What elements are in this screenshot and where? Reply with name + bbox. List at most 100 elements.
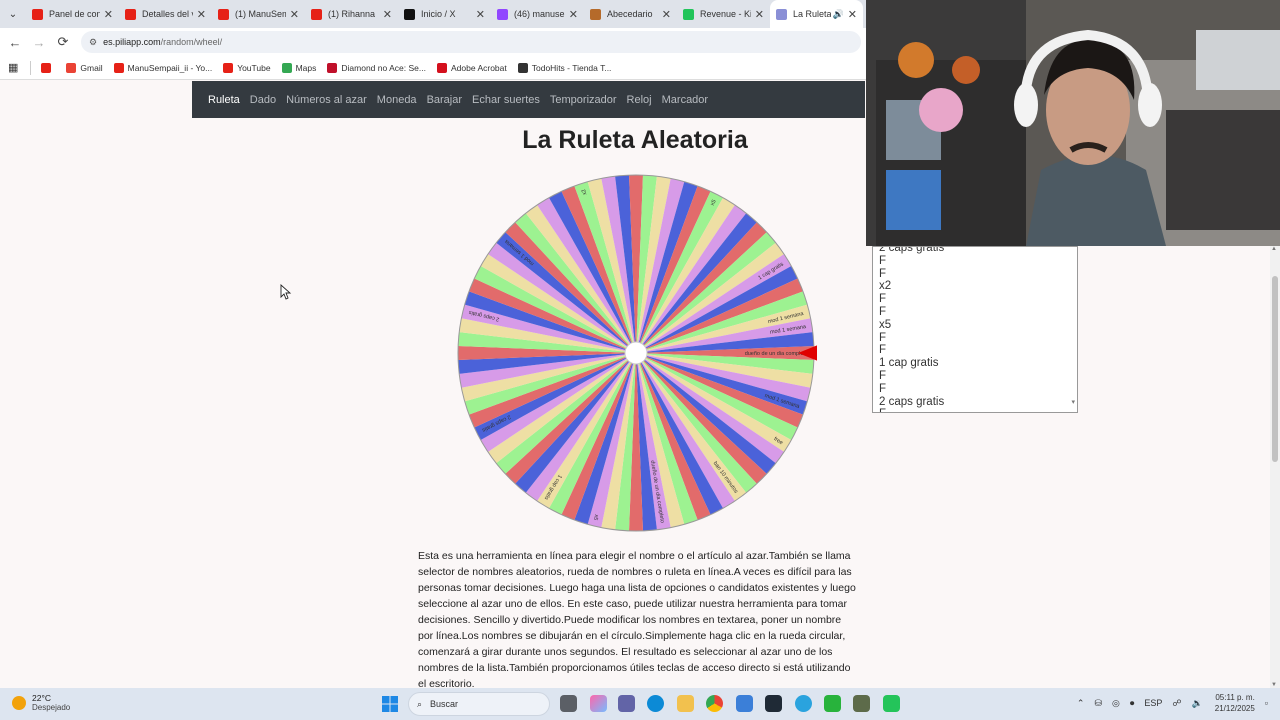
textarea-line: x5 (879, 318, 892, 331)
bookmark-item[interactable]: ManuSempaii_ii - Yo... (113, 62, 213, 73)
browser-toolbar: ← → ⟳ ⚙ es.piliapp.com/random/wheel/ (0, 28, 866, 56)
bookmark-item[interactable]: TodoHits - Tienda T... (517, 62, 611, 73)
chrome-icon[interactable] (706, 695, 723, 712)
wheel-svg[interactable]: dueño de un dia completomod 1 semanafree… (455, 172, 818, 534)
tab-favicon-icon (32, 8, 43, 20)
weather-temp: 22°C (32, 693, 51, 703)
app-icon[interactable] (853, 695, 870, 712)
bookmark-item[interactable]: Diamond no Ace: Se... (327, 62, 426, 73)
scroll-thumb[interactable] (1272, 276, 1278, 462)
microphone-icon[interactable]: ⏺ (1130, 698, 1135, 709)
forward-icon[interactable]: → (27, 30, 51, 54)
discord-icon[interactable] (883, 695, 900, 712)
webcam-overlay (866, 0, 1280, 246)
nav-link[interactable]: Echar suertes (472, 94, 540, 106)
tab-close-icon[interactable]: ✕ (476, 8, 485, 21)
page-scrollbar[interactable]: ▲ ▼ (1270, 246, 1280, 688)
file-explorer-icon[interactable] (677, 695, 694, 712)
tab-favicon-icon (776, 8, 787, 20)
back-icon[interactable]: ← (3, 30, 27, 54)
nav-link[interactable]: Números al azar (286, 94, 367, 106)
browser-tab[interactable]: La Ruleta Aleatoria🔊 ✕ (770, 0, 863, 28)
notifications-icon[interactable]: ▫ (1265, 698, 1268, 708)
webcam-image (866, 0, 1280, 246)
copilot-icon[interactable] (590, 695, 607, 712)
taskview-icon[interactable] (560, 695, 577, 712)
network-icon[interactable]: ◎ (1112, 698, 1120, 709)
clock-date: 21/12/2025 (1214, 704, 1255, 713)
textarea-line: x2 (879, 280, 892, 293)
weather-widget[interactable]: 22°C Despejado (12, 693, 70, 712)
tab-audio-icon[interactable]: 🔊 (833, 9, 844, 20)
bookmark-item[interactable]: Adobe Acrobat (436, 62, 507, 73)
tab-close-icon[interactable]: ✕ (197, 8, 206, 21)
tab-close-icon[interactable]: ✕ (755, 8, 764, 21)
bookmark-item[interactable]: YouTube (223, 62, 271, 73)
tab-close-icon[interactable]: ✕ (104, 8, 113, 21)
browser-tab[interactable]: (46) manusempaii ✕ (491, 0, 584, 28)
names-textarea[interactable]: 2 caps gratis F Fx2 F Fx5 F F 1 cap gratis F F 2 c… (872, 246, 1078, 413)
bookmark-item[interactable] (41, 62, 55, 73)
clock[interactable]: 05:11 p. m. 21/12/2025 (1215, 692, 1255, 714)
teams-icon[interactable] (618, 695, 635, 712)
tab-close-icon[interactable]: ✕ (383, 8, 392, 21)
browser-tab[interactable]: Panel de control ✕ (26, 0, 119, 28)
tab-close-icon[interactable]: ✕ (569, 8, 578, 21)
tab-favicon-icon (404, 8, 415, 20)
browser-tab[interactable]: (1) Rihanna ✕ (305, 0, 398, 28)
browser-tab[interactable]: Abecedario ✕ (584, 0, 677, 28)
notepad-icon[interactable] (736, 695, 753, 712)
reload-icon[interactable]: ⟳ (51, 30, 75, 54)
bookmark-label: ManuSempaii_ii - Yo... (127, 62, 213, 73)
tab-close-icon[interactable]: ✕ (848, 8, 857, 21)
browser-tab[interactable]: Revenue - Kick ✕ (677, 0, 770, 28)
telegram-icon[interactable] (795, 695, 812, 712)
apps-grid-icon[interactable]: ▦ (8, 61, 18, 74)
chevron-up-icon[interactable]: ⌃ (1077, 698, 1085, 709)
page-title: La Ruleta Aleatoria (522, 126, 748, 154)
taskbar-search[interactable]: ⌕ Buscar (408, 692, 550, 716)
wheel-label: dueño de un dia completo (745, 351, 808, 357)
nav-link[interactable]: Barajar (427, 94, 462, 106)
resize-grip-icon[interactable]: ▾ (1071, 397, 1075, 410)
language-indicator[interactable]: ESP (1144, 698, 1162, 708)
browser-tab[interactable]: Inicio / X ✕ (398, 0, 491, 28)
tab-search-icon[interactable]: ⌄ (0, 0, 26, 28)
tab-close-icon[interactable]: ✕ (662, 8, 671, 21)
random-wheel[interactable]: dueño de un dia completo mod 1 semana free… (455, 172, 818, 534)
bookmark-favicon-icon (281, 62, 292, 73)
nav-link[interactable]: Reloj (627, 94, 652, 106)
bookmark-label: Gmail (80, 62, 103, 73)
wifi-icon[interactable]: ☍ (1172, 698, 1181, 709)
browser-tab[interactable]: Detalles del vídeo ✕ (119, 0, 212, 28)
kick-app-icon[interactable] (824, 695, 841, 712)
scroll-up-icon[interactable]: ▲ (1271, 246, 1277, 252)
browser-tab[interactable]: (1) ManuSempaii ✕ (212, 0, 305, 28)
nav-link[interactable]: Moneda (377, 94, 417, 106)
nav-link[interactable]: Temporizador (550, 94, 617, 106)
wheel-hub[interactable] (624, 341, 648, 365)
tab-close-icon[interactable]: ✕ (290, 8, 299, 21)
volume-icon[interactable]: 🔉 (1192, 698, 1203, 709)
bookmark-item[interactable]: Gmail (66, 62, 103, 73)
nav-link[interactable]: Ruleta (208, 94, 240, 106)
tab-title: La Ruleta Aleatoria (793, 9, 831, 19)
bookmark-favicon-icon (113, 62, 124, 73)
address-bar[interactable]: ⚙ es.piliapp.com/random/wheel/ (81, 31, 861, 53)
clock-time: 05:11 p. m. (1215, 693, 1255, 702)
nav-link[interactable]: Marcador (662, 94, 708, 106)
bookmark-label: YouTube (237, 62, 271, 73)
tab-favicon-icon (497, 8, 508, 20)
bookmarks-container: Gmail ManuSempaii_ii - Yo... YouTube Maps Di… (41, 62, 622, 73)
terminal-icon[interactable] (765, 695, 782, 712)
nav-link[interactable]: Dado (250, 94, 276, 106)
usb-icon[interactable]: ⛁ (1094, 698, 1102, 709)
textarea-line: F (879, 267, 887, 280)
sun-icon (12, 695, 26, 710)
site-info-icon[interactable]: ⚙ (89, 37, 97, 48)
windows-start-icon[interactable] (382, 696, 398, 712)
tab-title: Panel de control (49, 9, 100, 19)
edge-icon[interactable] (647, 695, 664, 712)
mouse-cursor-icon (280, 284, 292, 300)
bookmark-item[interactable]: Maps (281, 62, 316, 73)
